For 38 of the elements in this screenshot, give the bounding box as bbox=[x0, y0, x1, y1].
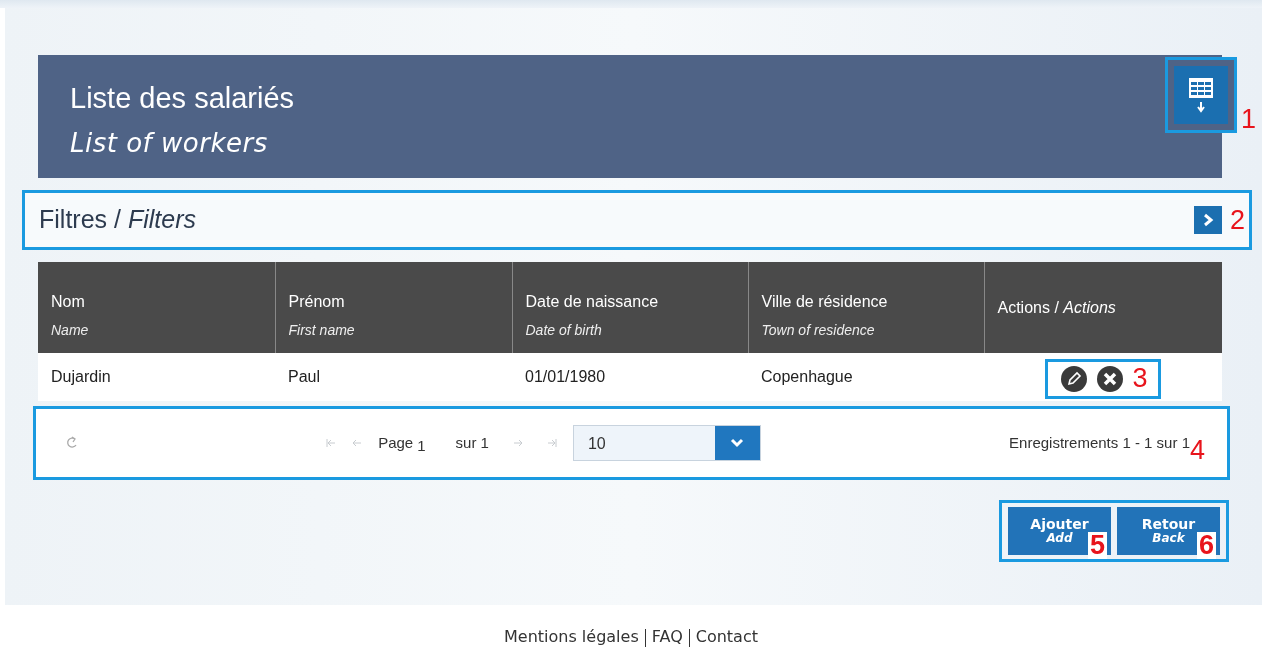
page-number-field[interactable]: 1 bbox=[417, 434, 426, 458]
last-page-icon[interactable] bbox=[546, 439, 557, 447]
page-title: Liste des salariés bbox=[70, 81, 295, 116]
callout-number: 3 bbox=[1132, 365, 1148, 392]
column-header: Actions / Actions bbox=[984, 262, 1222, 353]
next-page-icon[interactable] bbox=[512, 439, 523, 447]
refresh-icon[interactable] bbox=[66, 436, 78, 450]
first-page-icon[interactable] bbox=[326, 439, 337, 447]
table-cell: Paul bbox=[275, 353, 512, 401]
previous-page-icon[interactable] bbox=[352, 439, 363, 447]
callout-number: 2 bbox=[1229, 206, 1245, 234]
callout-number: 6 bbox=[1196, 532, 1216, 559]
column-header: Nom Name bbox=[38, 262, 275, 353]
table-cell: Copenhague bbox=[748, 353, 984, 401]
filters-title: Filtres / Filters bbox=[39, 204, 197, 236]
page-size-value: 10 bbox=[586, 434, 607, 454]
page-total: sur 1 bbox=[455, 432, 489, 453]
records-count: Enregistrements 1 - 1 sur 1 bbox=[1009, 432, 1190, 451]
chevron-down-icon bbox=[730, 438, 745, 448]
delete-icon[interactable] bbox=[1096, 364, 1125, 393]
column-header: Date de naissance Date of birth bbox=[512, 262, 748, 353]
expand-button[interactable] bbox=[1193, 206, 1222, 234]
callout-number: 1 bbox=[1240, 106, 1256, 133]
callout-number: 5 bbox=[1087, 532, 1107, 559]
callout-number: 4 bbox=[1190, 436, 1205, 464]
edit-icon[interactable] bbox=[1060, 364, 1089, 393]
export-button[interactable] bbox=[1173, 66, 1228, 124]
footer-link[interactable]: Mentions légales bbox=[504, 627, 639, 646]
page-size-select[interactable]: 10 bbox=[572, 425, 761, 461]
column-header: Prénom First name bbox=[275, 262, 512, 353]
table-cell: Dujardin bbox=[38, 353, 275, 401]
page-subtitle: List of workers bbox=[70, 126, 269, 160]
column-header: Ville de résidence Town of residence bbox=[748, 262, 984, 353]
spreadsheet-download-icon bbox=[1187, 77, 1214, 113]
page-label: Page bbox=[378, 432, 414, 453]
footer-link[interactable]: FAQ bbox=[651, 627, 683, 646]
table-cell: 01/01/1980 bbox=[512, 353, 748, 401]
footer-link[interactable]: Contact bbox=[695, 627, 758, 646]
